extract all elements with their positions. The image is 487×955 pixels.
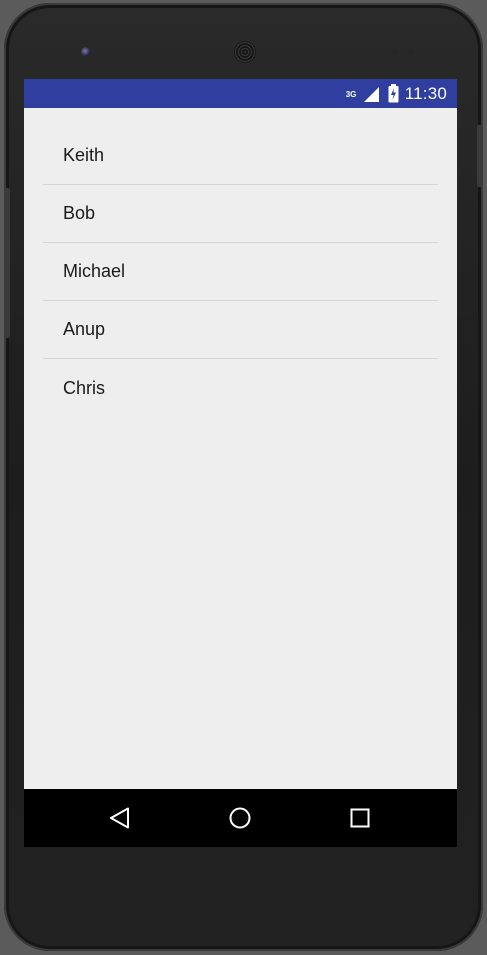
list-item-label: Michael — [63, 261, 126, 281]
power-button — [477, 125, 483, 187]
list-item[interactable]: Chris — [43, 359, 438, 417]
list-item[interactable]: Bob — [43, 185, 438, 243]
list-item-label: Keith — [63, 145, 105, 165]
home-icon — [229, 807, 251, 829]
volume-button — [4, 188, 10, 338]
network-type: 3G — [345, 89, 357, 99]
status-icons: 3G 11:30 — [346, 79, 447, 108]
signal-icon: 3G — [346, 85, 382, 103]
front-camera — [81, 47, 91, 57]
recents-button[interactable] — [320, 789, 400, 847]
list-item-label: Chris — [63, 377, 106, 398]
names-list: Keith Bob Michael Anup Chris — [43, 127, 438, 417]
back-icon — [110, 807, 129, 829]
battery-charging-icon — [388, 84, 399, 103]
earpiece-speaker — [234, 41, 256, 63]
list-item-label: Anup — [63, 319, 106, 339]
list-item[interactable]: Keith — [43, 127, 438, 185]
home-button[interactable] — [200, 789, 280, 847]
navigation-bar — [24, 789, 457, 847]
app-screen: 3G 11:30 Keith Bob Michael Anup Chris — [24, 79, 457, 847]
list-item[interactable]: Michael — [43, 243, 438, 301]
light-sensor — [407, 48, 414, 55]
list-item-label: Bob — [63, 203, 96, 223]
back-button[interactable] — [80, 789, 160, 847]
status-bar: 3G 11:30 — [24, 79, 457, 108]
recents-icon — [350, 808, 370, 828]
proximity-sensor — [391, 48, 398, 55]
status-time: 11:30 — [404, 83, 447, 103]
list-item[interactable]: Anup — [43, 301, 438, 359]
